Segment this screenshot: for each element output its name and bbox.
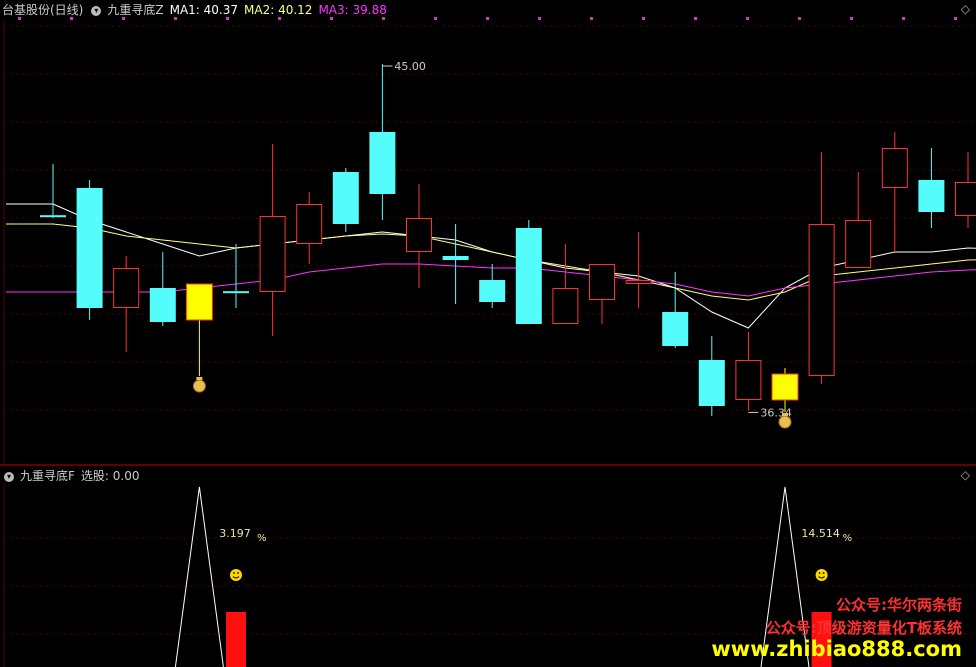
indicator-bar xyxy=(226,612,246,667)
top-tick-mark xyxy=(798,17,801,20)
candle-body xyxy=(479,280,506,302)
indicator-percent-label: % xyxy=(843,533,853,544)
candle-body xyxy=(552,288,579,324)
candle-body xyxy=(149,288,176,322)
indicator-percent-label: % xyxy=(257,533,267,544)
candle-body xyxy=(589,264,615,300)
diamond-icon[interactable]: ◇ xyxy=(961,2,970,16)
smiley-icon xyxy=(237,572,239,574)
candle-body xyxy=(40,215,66,218)
top-tick-mark xyxy=(902,17,905,20)
smiley-icon xyxy=(822,572,825,574)
candle-body xyxy=(845,220,872,268)
main-panel-header: 台基股份(日线) ▾ 九重寻底Z MA1: 40.37 MA2: 40.12 MA3: 3… xyxy=(2,0,393,20)
collapse-icon[interactable]: ▾ xyxy=(4,471,14,482)
candle-body xyxy=(698,360,725,406)
money-bag-icon xyxy=(196,377,203,380)
money-bag-icon xyxy=(192,379,206,393)
candle-body xyxy=(662,312,689,346)
xuangu-label: 选股: 0.00 xyxy=(80,469,140,483)
top-tick-mark xyxy=(954,17,957,20)
indicator-name: 九重寻底Z xyxy=(107,3,164,17)
ma1-label: MA1: 40.37 xyxy=(169,3,239,17)
watermark-line-2: 公众号:顶级游资量化T板系统 xyxy=(765,619,962,637)
top-tick-mark xyxy=(486,17,489,20)
candle-body xyxy=(625,280,652,284)
top-tick-mark xyxy=(590,17,593,20)
candle-body xyxy=(442,256,469,260)
watermark-line-3: www.zhibiao888.com xyxy=(711,637,962,661)
indicator-value-label: 3.197 xyxy=(219,527,251,540)
candle-body xyxy=(259,216,286,292)
candle-body xyxy=(223,291,249,294)
smiley-icon xyxy=(818,572,821,574)
top-tick-mark xyxy=(434,17,437,20)
candle-body xyxy=(955,182,976,216)
candle-body xyxy=(113,268,140,308)
chart-window: 45.00 36.34 3.197% 14.514% 台基股份(日线) ▾ 九重寻底Z M… xyxy=(0,0,976,667)
watermark-line-1: 公众号:华尔两条街 xyxy=(836,596,962,614)
candle-body xyxy=(771,373,799,401)
candle-body xyxy=(881,148,908,188)
candle-body xyxy=(918,180,945,212)
candle-body xyxy=(185,283,213,321)
candle-body xyxy=(735,360,762,400)
indicator-value-label: 14.514 xyxy=(801,527,840,540)
smiley-icon xyxy=(233,572,235,574)
candle-body xyxy=(296,204,323,244)
sub-panel-header: ▾ 九重寻底F 选股: 0.00 xyxy=(2,466,145,486)
price-annotation: 45.00 xyxy=(394,60,426,73)
candle-body xyxy=(515,228,542,324)
smiley-icon xyxy=(815,569,828,581)
sub-indicator-name: 九重寻底F xyxy=(20,469,75,483)
money-bag-icon xyxy=(782,413,788,416)
top-tick-mark xyxy=(850,17,853,20)
candle-body xyxy=(808,224,835,376)
money-bag-icon xyxy=(778,415,792,429)
top-tick-mark xyxy=(642,17,645,20)
candle-body xyxy=(369,132,396,194)
smiley-icon xyxy=(230,569,242,581)
collapse-icon[interactable]: ▾ xyxy=(91,5,102,16)
stock-title: 台基股份(日线) xyxy=(2,3,84,17)
candle-body xyxy=(76,188,103,308)
candlestick-chart: 45.0036.34 3.197% 14.514% xyxy=(0,17,976,667)
diamond-icon[interactable]: ◇ xyxy=(961,468,970,482)
top-tick-mark xyxy=(538,17,541,20)
ma3-label: MA3: 39.88 xyxy=(318,3,387,17)
candle-body xyxy=(406,218,432,252)
indicator-peak xyxy=(174,486,224,667)
top-tick-mark xyxy=(694,17,697,20)
candle-body xyxy=(332,172,359,224)
ma2-label: MA2: 40.12 xyxy=(244,3,313,17)
top-tick-mark xyxy=(746,17,749,20)
